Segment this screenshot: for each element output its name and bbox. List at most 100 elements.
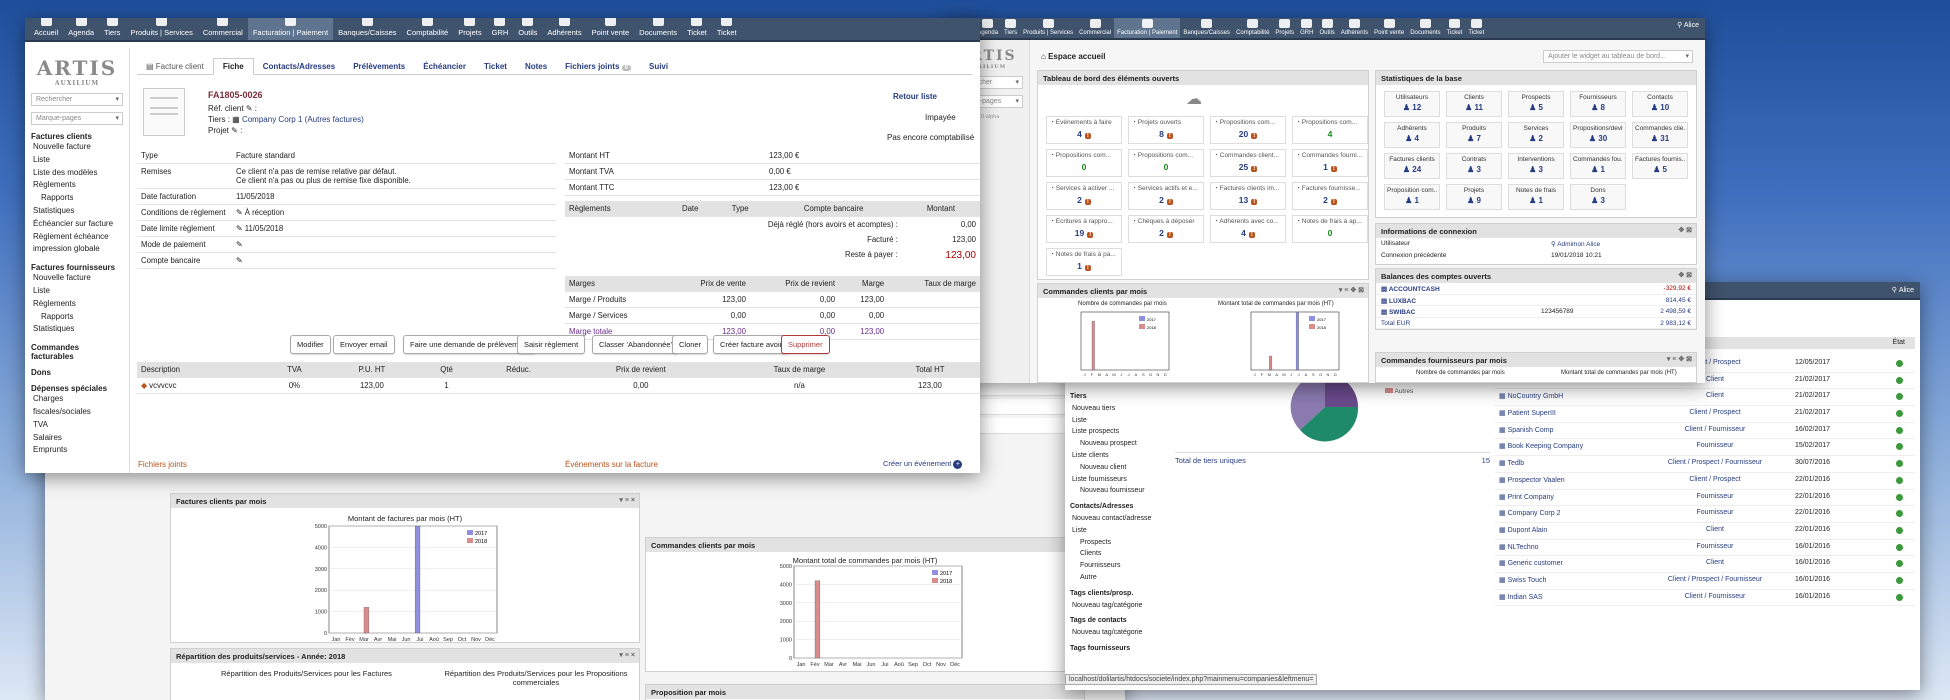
tab-contacts[interactable]: Contacts/Adresses bbox=[254, 59, 344, 74]
topmenu-item[interactable]: Facturation | Paiement bbox=[1114, 18, 1181, 38]
topmenu-item[interactable]: Facturation | Paiement bbox=[247, 18, 334, 40]
open-element-card[interactable]: ◔ Projets ouverts 8! bbox=[1128, 116, 1204, 144]
left-menu-item[interactable]: Rapports bbox=[31, 192, 123, 205]
topmenu-item[interactable]: Comptabilité bbox=[402, 18, 454, 40]
company-row[interactable]: ▦ Patient SuperIII Client / Prospect 21/02… bbox=[1495, 406, 1915, 423]
field-value[interactable]: 11/05/2018 bbox=[232, 188, 557, 205]
edit-pencil-icon[interactable]: ✎ bbox=[236, 240, 243, 249]
invoice-line-row[interactable]: ◆ vcvvcvc 0% 123,00 1 0,00 n/a 123,00 bbox=[137, 377, 980, 394]
open-element-card[interactable]: ◔ Propositions com... 0 bbox=[1046, 149, 1122, 177]
bank-row[interactable]: ▤ LUXBAC 814,45 € bbox=[1376, 295, 1696, 306]
stat-box[interactable]: Fournisseurs ♟ 8 bbox=[1570, 91, 1626, 117]
tp-menu-heading[interactable]: Tags clients/prosp. bbox=[1070, 588, 1160, 600]
action-button-0[interactable]: Modifier bbox=[290, 335, 331, 354]
action-button-5[interactable]: Cloner bbox=[672, 335, 709, 354]
bank-row[interactable]: ▤ SWIBAC 123456789 2 498,59 € bbox=[1376, 306, 1696, 318]
left-menu-heading[interactable]: Factures fournisseurs bbox=[31, 263, 123, 272]
open-element-card[interactable]: ◔ Événements à faire 4! bbox=[1046, 116, 1122, 144]
open-element-card[interactable]: ◔ Commandes client... 25! bbox=[1210, 149, 1286, 177]
action-button-4[interactable]: Classer 'Abandonnée' bbox=[592, 335, 679, 354]
left-menu-item[interactable]: Règlements bbox=[31, 298, 123, 311]
tp-menu-item[interactable]: Clients bbox=[1070, 548, 1160, 560]
topmenu-item[interactable]: Produits | Services bbox=[1020, 18, 1076, 38]
panel-controls-icon[interactable]: ▾ ≡ ✥ ⊠ bbox=[1339, 286, 1364, 294]
stat-box[interactable]: Commandes fou... ♟ 1 bbox=[1570, 153, 1626, 179]
topmenu-item[interactable]: Banques/Caisses bbox=[1180, 18, 1233, 38]
open-element-card[interactable]: ◔ Adhérents avec co... 4! bbox=[1210, 215, 1286, 243]
tab-notes[interactable]: Notes bbox=[516, 59, 556, 74]
open-element-card[interactable]: ◔ Écritures à rappro... 19! bbox=[1046, 215, 1122, 243]
company-row[interactable]: ▦ Prospector Vaalen Client / Prospect 22/0… bbox=[1495, 473, 1915, 490]
topmenu-item[interactable]: Ticket bbox=[712, 18, 742, 40]
field-value[interactable]: ✎ 11/05/2018 bbox=[232, 220, 557, 237]
tp-menu-heading[interactable]: Tags fournisseurs bbox=[1070, 643, 1160, 655]
topmenu-item[interactable]: Documents bbox=[1407, 18, 1443, 38]
left-menu-item[interactable]: impression globale bbox=[31, 243, 123, 256]
open-element-card[interactable]: ◔ Propositions com... 20! bbox=[1210, 116, 1286, 144]
topmenu-item[interactable]: Point vente bbox=[587, 18, 635, 40]
tp-menu-item[interactable]: Nouveau tiers bbox=[1070, 403, 1160, 415]
company-row[interactable]: ▦ Dupont Alain Client 22/01/2016 bbox=[1495, 523, 1915, 540]
left-menu-item[interactable]: TVA bbox=[31, 419, 123, 432]
topmenu-item[interactable]: Tiers bbox=[99, 18, 125, 40]
stat-box[interactable]: Proposition com... ♟ 1 bbox=[1384, 184, 1440, 210]
edit-pencil-icon[interactable]: ✎ bbox=[236, 256, 243, 265]
stat-box[interactable]: Interventions ♟ 3 bbox=[1508, 153, 1564, 179]
company-row[interactable]: ▦ Generic customer Client 16/01/2016 bbox=[1495, 556, 1915, 573]
open-element-card[interactable]: ◔ Factures fournisse... 2! bbox=[1292, 182, 1368, 210]
left-menu-item[interactable]: Règlement échéance bbox=[31, 231, 123, 244]
tp-menu-item[interactable]: Autre bbox=[1070, 572, 1160, 584]
left-menu-item[interactable]: Nouvelle facture bbox=[31, 272, 123, 285]
stat-box[interactable]: Utilisateurs ♟ 12 bbox=[1384, 91, 1440, 117]
create-event-button[interactable]: Créer un événement + bbox=[883, 459, 963, 469]
tiers-link[interactable]: Company Corp 1 (Autres factures) bbox=[242, 115, 364, 124]
topmenu-item[interactable]: Commercial bbox=[198, 18, 248, 40]
left-menu-heading[interactable]: Commandes facturables bbox=[31, 343, 123, 361]
tp-menu-item[interactable]: Nouveau tag/catégorie bbox=[1070, 627, 1160, 639]
open-element-card[interactable]: ◔ Notes de frais à pa... 1! bbox=[1046, 248, 1122, 276]
topmenu-item[interactable]: Ticket bbox=[1465, 18, 1487, 38]
topmenu-item[interactable]: Adhérents bbox=[1338, 18, 1371, 38]
company-row[interactable]: ▦ Tedlb Client / Prospect / Fournisseur 30… bbox=[1495, 456, 1915, 473]
tp-menu-item[interactable]: Liste prospects bbox=[1070, 426, 1160, 438]
stat-box[interactable]: Contacts ♟ 10 bbox=[1632, 91, 1688, 117]
topmenu-item[interactable]: Comptabilité bbox=[1233, 18, 1272, 38]
company-row[interactable]: ▦ Swiss Touch Client / Prospect / Fournis… bbox=[1495, 573, 1915, 590]
field-value[interactable]: ✎ bbox=[232, 252, 557, 269]
left-menu-item[interactable]: Charges fiscales/sociales bbox=[31, 393, 123, 419]
panel-controls-icon[interactable]: ✥ ⊠ bbox=[1678, 226, 1692, 234]
open-element-card[interactable]: ◔ Notes de frais à ap... 0 bbox=[1292, 215, 1368, 243]
left-menu-item[interactable]: Règlements bbox=[31, 179, 123, 192]
tp-menu-item[interactable]: Fournisseurs bbox=[1070, 560, 1160, 572]
topmenu-item[interactable]: Adhérents bbox=[542, 18, 586, 40]
tp-menu-item[interactable]: Liste bbox=[1070, 525, 1160, 537]
topmenu-item[interactable]: Projets bbox=[453, 18, 486, 40]
tp-menu-item[interactable]: Nouveau contact/adresse bbox=[1070, 513, 1160, 525]
open-element-card[interactable]: ◔ Services actifs et e... 2! bbox=[1128, 182, 1204, 210]
topmenu-item[interactable]: Outils bbox=[1316, 18, 1337, 38]
tp-menu-item[interactable]: Nouveau tag/catégorie bbox=[1070, 600, 1160, 612]
topmenu-item[interactable]: Outils bbox=[513, 18, 542, 40]
open-element-card[interactable]: ◔ Propositions com... 4 bbox=[1292, 116, 1368, 144]
tp-menu-item[interactable]: Liste clients bbox=[1070, 450, 1160, 462]
edit-pencil-icon[interactable]: ✎ bbox=[236, 224, 243, 233]
field-value[interactable]: ✎ À réception bbox=[232, 204, 557, 221]
company-row[interactable]: ▦ Indian SAS Client / Fournisseur 16/01/20… bbox=[1495, 590, 1915, 607]
open-element-card[interactable]: ◔ Factures clients im... 13! bbox=[1210, 182, 1286, 210]
stat-box[interactable]: Notes de frais ♟ 1 bbox=[1508, 184, 1564, 210]
left-menu-item[interactable]: Statistiques bbox=[31, 323, 123, 336]
tab-ticket[interactable]: Ticket bbox=[475, 59, 516, 74]
topmenu-item[interactable]: Produits | Services bbox=[125, 18, 197, 40]
left-menu-item[interactable]: Liste bbox=[31, 154, 123, 167]
stat-box[interactable]: Commandes clie... ♟ 31 bbox=[1632, 122, 1688, 148]
action-button-1[interactable]: Envoyer email bbox=[333, 335, 395, 354]
tab-prelevements[interactable]: Prélèvements bbox=[344, 59, 414, 74]
topmenu-item[interactable]: Commercial bbox=[1076, 18, 1114, 38]
invoice-thumbnail[interactable] bbox=[143, 88, 185, 136]
action-button-2[interactable]: Faire une demande de prélèvement bbox=[403, 335, 536, 354]
topmenu-item[interactable]: Agenda bbox=[63, 18, 99, 40]
stat-box[interactable]: Prospects ♟ 5 bbox=[1508, 91, 1564, 117]
company-row[interactable]: ▦ NoCountry GmbH Client 21/02/2017 bbox=[1495, 389, 1915, 407]
tp-menu-item[interactable]: Nouveau prospect bbox=[1070, 438, 1160, 450]
topmenu-item[interactable]: Documents bbox=[634, 18, 682, 40]
